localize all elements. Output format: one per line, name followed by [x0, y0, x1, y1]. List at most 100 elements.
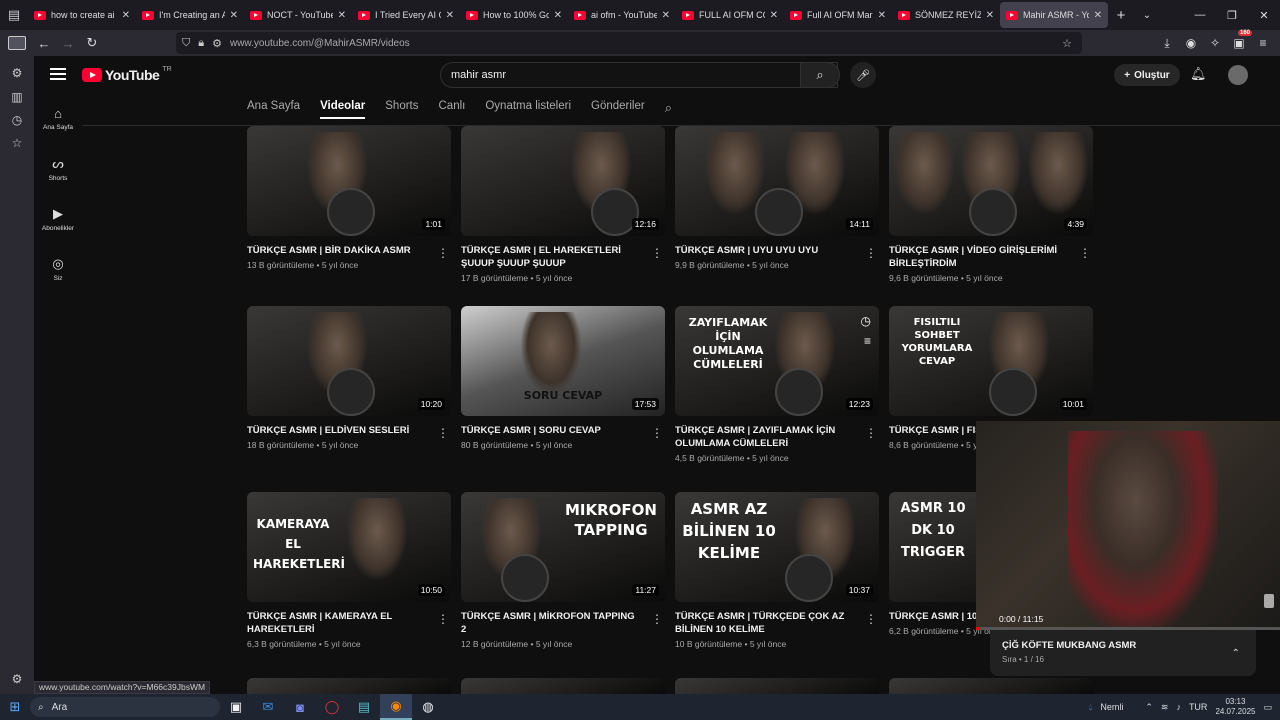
more-options-icon[interactable]: ⋮: [651, 246, 663, 260]
obs-icon[interactable]: ◍: [412, 694, 444, 720]
video-thumbnail[interactable]: ASMR AZ BİLİNEN 10 KELİME 10:37: [675, 492, 879, 602]
miniplayer[interactable]: 0:00 / 11:15: [976, 421, 1280, 631]
more-options-icon[interactable]: ⋮: [865, 426, 877, 440]
permissions-icon[interactable]: ⚙︎: [212, 37, 222, 50]
bookmarks-icon[interactable]: ☆: [0, 136, 34, 150]
video-title[interactable]: TÜRKÇE ASMR | EL HAREKETLERİ ŞUUUP ŞUUUP…: [461, 244, 641, 270]
browser-tab-active[interactable]: Mahir ASMR - YouT✕: [1000, 2, 1108, 28]
video-thumbnail[interactable]: 10:20: [247, 306, 451, 416]
task-view-icon[interactable]: ▣: [220, 694, 252, 720]
video-card[interactable]: 12:16 TÜRKÇE ASMR | EL HAREKETLERİ ŞUUUP…: [461, 126, 665, 283]
url-text[interactable]: www.youtube.com/@MahirASMR/videos: [230, 38, 410, 49]
wifi-icon[interactable]: ≋: [1161, 702, 1169, 713]
video-title[interactable]: TÜRKÇE ASMR | ZAYIFLAMAK İÇİN OLUMLAMA C…: [675, 424, 855, 450]
new-tab-icon[interactable]: +: [1108, 7, 1134, 24]
shield-icon[interactable]: ⛉: [182, 37, 190, 50]
video-thumbnail[interactable]: 1:01: [247, 126, 451, 236]
video-title[interactable]: TÜRKÇE ASMR | ELDİVEN SESLERİ: [247, 424, 427, 437]
more-options-icon[interactable]: ⋮: [865, 612, 877, 626]
reload-icon[interactable]: ↻: [80, 30, 104, 56]
close-icon[interactable]: ✕: [986, 10, 994, 21]
notifications-bell-icon[interactable]: 🔔︎: [1190, 66, 1207, 82]
outlook-icon[interactable]: ✉: [252, 694, 284, 720]
video-thumbnail[interactable]: SORU CEVAP 17:53: [461, 306, 665, 416]
video-card[interactable]: ZAYIFLAMAK İÇİN OLUMLAMA CÜMLELERİ ◷ ≡ 12:2…: [675, 306, 879, 463]
video-title[interactable]: TÜRKÇE ASMR | KAMERAYA EL HAREKETLERİ: [247, 610, 427, 636]
guide-item-subscriptions[interactable]: ▶ Abonelikler: [34, 206, 82, 232]
video-card[interactable]: 4:39 TÜRKÇE ASMR | VİDEO GİRİŞLERİMİ BİR…: [889, 126, 1093, 283]
video-thumbnail[interactable]: FISILTILI SOHBET YORUMLARA CEVAP 10:01: [889, 306, 1093, 416]
tab-videos[interactable]: Videolar: [320, 100, 366, 119]
tab-overview-icon[interactable]: ▤: [0, 0, 28, 30]
more-options-icon[interactable]: ⋮: [865, 246, 877, 260]
create-button[interactable]: + Oluştur: [1114, 64, 1180, 86]
close-icon[interactable]: ✕: [338, 10, 346, 21]
notifications-icon[interactable]: ▭: [1263, 702, 1272, 713]
app-icon[interactable]: ▤: [348, 694, 380, 720]
browser-tab[interactable]: SÖNMEZ REYİZ BET✕: [892, 0, 1000, 30]
video-title[interactable]: TÜRKÇE ASMR | MİKROFON TAPPING 2: [461, 610, 641, 636]
video-card[interactable]: 14:11 TÜRKÇE ASMR | UYU UYU UYU 9,9 B gö…: [675, 126, 879, 270]
customize-sidebar-icon[interactable]: ⚙: [0, 672, 34, 686]
search-button[interactable]: ⌕: [800, 62, 840, 88]
video-title[interactable]: TÜRKÇE ASMR | TÜRKÇEDE ÇOK AZ BİLİNEN 10…: [675, 610, 855, 636]
language-indicator[interactable]: TUR: [1189, 702, 1208, 712]
windows-start-icon[interactable]: ⊞: [0, 694, 30, 720]
extension-icon[interactable]: ▣ 160: [1230, 30, 1252, 53]
video-card[interactable]: 1:01 TÜRKÇE ASMR | BİR DAKİKA ASMR 13 B …: [247, 126, 451, 270]
video-title[interactable]: TÜRKÇE ASMR | BİR DAKİKA ASMR: [247, 244, 427, 257]
history-icon[interactable]: ◷: [0, 113, 34, 127]
bookmark-star-icon[interactable]: ☆: [1062, 37, 1072, 50]
guide-menu-icon[interactable]: [50, 68, 66, 80]
browser-tab[interactable]: FULL AI OFM COUR✕: [676, 0, 784, 30]
close-icon[interactable]: ✕: [230, 10, 238, 21]
more-options-icon[interactable]: ⋮: [437, 612, 449, 626]
guide-item-home[interactable]: ⌂ Ana Sayfa: [34, 106, 82, 131]
tab-shorts[interactable]: Shorts: [385, 100, 418, 112]
video-thumbnail[interactable]: 14:11: [675, 126, 879, 236]
video-thumbnail[interactable]: MIKROFON TAPPING 11:27: [461, 492, 665, 602]
menu-icon[interactable]: ≡: [1254, 33, 1272, 53]
restore-icon[interactable]: ❐: [1216, 0, 1248, 30]
chevron-down-icon[interactable]: ⌄: [1134, 10, 1160, 21]
lock-icon[interactable]: 🔒︎: [198, 37, 204, 50]
more-options-icon[interactable]: ⋮: [1079, 246, 1091, 260]
more-options-icon[interactable]: ⋮: [437, 246, 449, 260]
more-options-icon[interactable]: ⋮: [437, 426, 449, 440]
extensions-icon[interactable]: ✧: [1206, 33, 1224, 53]
close-icon[interactable]: ✕: [122, 10, 130, 21]
chevron-up-icon[interactable]: ⌃: [1232, 648, 1240, 659]
ai-chatbot-icon[interactable]: ⚙: [0, 66, 34, 80]
clock[interactable]: 03:13 24.07.2025: [1215, 697, 1255, 717]
tab-home[interactable]: Ana Sayfa: [247, 100, 300, 112]
youtube-logo[interactable]: YouTube TR: [82, 66, 172, 83]
guide-item-shorts[interactable]: ᔕ Shorts: [34, 156, 82, 182]
more-options-icon[interactable]: ⋮: [651, 426, 663, 440]
video-thumbnail[interactable]: ZAYIFLAMAK İÇİN OLUMLAMA CÜMLELERİ ◷ ≡ 12:2…: [675, 306, 879, 416]
video-card[interactable]: KAMERAYA EL HAREKETLERİ 10:50 TÜRKÇE ASMR…: [247, 492, 451, 649]
close-icon[interactable]: ✕: [662, 10, 670, 21]
browser-tab[interactable]: NOCT - YouTube ✕: [244, 0, 352, 30]
guide-item-you[interactable]: ◎ Siz: [34, 256, 82, 282]
taskbar-search[interactable]: ⌕ Ara: [30, 697, 220, 717]
voice-search-icon[interactable]: 🎤︎: [850, 62, 876, 88]
video-thumbnail[interactable]: [247, 678, 451, 694]
back-icon[interactable]: ←: [32, 30, 56, 56]
close-icon[interactable]: ✕: [770, 10, 778, 21]
browser-tab[interactable]: How to 100% Go Vi✕: [460, 0, 568, 30]
browser-tab[interactable]: Full AI OFM Marketi✕: [784, 0, 892, 30]
avatar[interactable]: [1228, 65, 1248, 85]
video-thumbnail[interactable]: KAMERAYA EL HAREKETLERİ 10:50: [247, 492, 451, 602]
volume-icon[interactable]: ♪: [1176, 702, 1181, 712]
video-card[interactable]: 10:20 TÜRKÇE ASMR | ELDİVEN SESLERİ 18 B…: [247, 306, 451, 450]
account-icon[interactable]: ◉: [1182, 33, 1200, 53]
browser-tab[interactable]: ai ofm - YouTube ✕: [568, 0, 676, 30]
more-options-icon[interactable]: ⋮: [651, 612, 663, 626]
search-input[interactable]: mahir asmr ✕: [440, 62, 838, 88]
url-bar[interactable]: ⛉ 🔒︎ ⚙︎ www.youtube.com/@MahirASMR/video…: [176, 32, 1082, 54]
browser-tab[interactable]: I'm Creating an AI I✕: [136, 0, 244, 30]
tab-live[interactable]: Canlı: [439, 100, 466, 112]
video-thumbnail[interactable]: 4:39: [889, 126, 1093, 236]
opera-icon[interactable]: ◯: [316, 694, 348, 720]
firefox-icon[interactable]: ◉: [380, 694, 412, 720]
